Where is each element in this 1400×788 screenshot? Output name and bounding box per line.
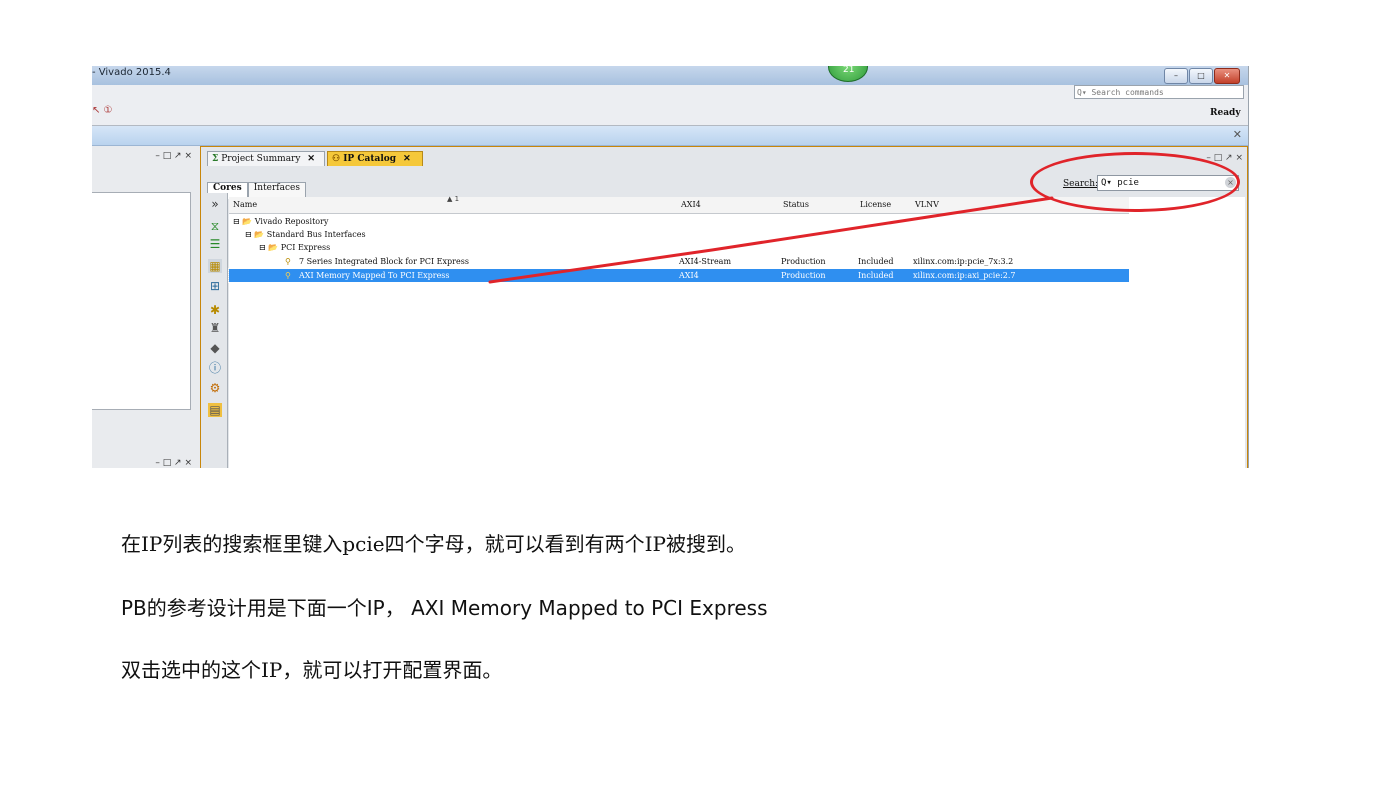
annotation-arrow xyxy=(488,196,1054,284)
caption-line-2: PB的参考设计用是下面一个IP， AXI Memory Mapped to PC… xyxy=(121,596,768,620)
caption-line-1: 在IP列表的搜索框里键入pcie四个字母，就可以看到有两个IP被搜到。 xyxy=(121,532,746,556)
vivado-screenshot: - Vivado 2015.4 21 – □ ✕ Q▾ Search comma… xyxy=(92,66,1249,468)
caption-line-3: 双击选中的这个IP，就可以打开配置界面。 xyxy=(121,658,503,682)
